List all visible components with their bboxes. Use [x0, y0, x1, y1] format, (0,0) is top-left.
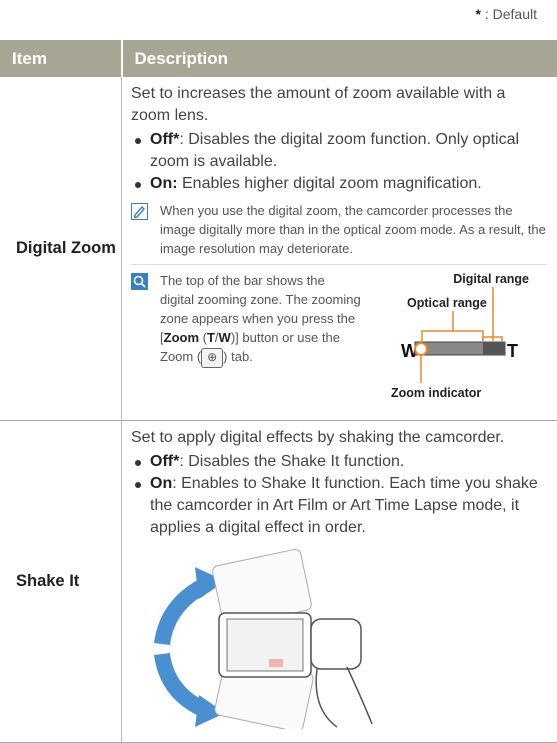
default-legend-text: : Default	[481, 6, 537, 22]
option-on: On: Enables higher digital zoom magnific…	[131, 173, 547, 195]
zoom-bar-diagram: Digital range Optical range W	[367, 271, 547, 411]
digital-zoom-intro: Set to increases the amount of zoom avai…	[131, 83, 547, 127]
option-on-text: : Enables to Shake It function. Each tim…	[150, 475, 538, 536]
tip-zoom-label: Zoom	[164, 330, 199, 345]
note-text: When you use the digital zoom, the camco…	[160, 201, 547, 258]
optical-range-label: Optical range	[407, 296, 487, 310]
shake-it-options: Off*: Disables the Shake It function. On…	[131, 451, 547, 539]
tip-block: The top of the bar shows the digital zoo…	[131, 271, 361, 411]
tip-line4: ) tab.	[223, 349, 253, 364]
option-on-text: Enables higher digital zoom magnificatio…	[178, 175, 482, 192]
item-digital-zoom: Digital Zoom	[0, 77, 122, 420]
zoom-bar-digital	[483, 342, 505, 355]
note-block: When you use the digital zoom, the camco…	[131, 201, 547, 258]
option-off: Off*: Disables the digital zoom function…	[131, 129, 547, 173]
shake-camcorder-illustration	[147, 549, 377, 729]
option-off: Off*: Disables the Shake It function.	[131, 451, 547, 473]
option-on-name: On:	[150, 175, 178, 192]
note-icon	[131, 203, 148, 220]
shake-it-intro: Set to apply digital effects by shaking …	[131, 427, 547, 449]
digital-zoom-options: Off*: Disables the digital zoom function…	[131, 129, 547, 195]
tip-row: The top of the bar shows the digital zoo…	[131, 264, 547, 411]
tele-end-label: T	[507, 341, 518, 361]
settings-table: Item Description Digital Zoom Set to inc…	[0, 40, 557, 743]
zoom-indicator-marker	[415, 343, 427, 355]
option-off-text: : Disables the Shake It function.	[179, 453, 404, 470]
description-digital-zoom: Set to increases the amount of zoom avai…	[122, 77, 557, 420]
default-legend: * : Default	[476, 6, 537, 22]
option-off-name: Off*	[150, 453, 179, 470]
table-row-digital-zoom: Digital Zoom Set to increases the amount…	[0, 77, 557, 420]
description-shake-it: Set to apply digital effects by shaking …	[122, 420, 557, 742]
option-off-name: Off*	[150, 131, 179, 148]
tip-t-label: T	[207, 330, 215, 345]
zoom-indicator-label: Zoom indicator	[391, 386, 481, 400]
item-shake-it: Shake It	[0, 420, 122, 742]
tip-w-label: W	[219, 330, 231, 345]
option-on-name: On	[150, 475, 172, 492]
tip-paren-open: (	[199, 330, 207, 345]
option-on: On: Enables to Shake It function. Each t…	[131, 473, 547, 539]
magnifier-icon	[131, 273, 148, 290]
table-header-row: Item Description	[0, 40, 557, 77]
option-off-text: : Disables the digital zoom function. On…	[150, 131, 519, 170]
header-description: Description	[122, 40, 557, 77]
digital-range-label: Digital range	[453, 272, 529, 286]
header-item: Item	[0, 40, 122, 77]
table-row-shake-it: Shake It Set to apply digital effects by…	[0, 420, 557, 742]
tip-text: The top of the bar shows the digital zoo…	[160, 271, 361, 411]
zoom-tab-icon: ⊕	[201, 348, 223, 368]
